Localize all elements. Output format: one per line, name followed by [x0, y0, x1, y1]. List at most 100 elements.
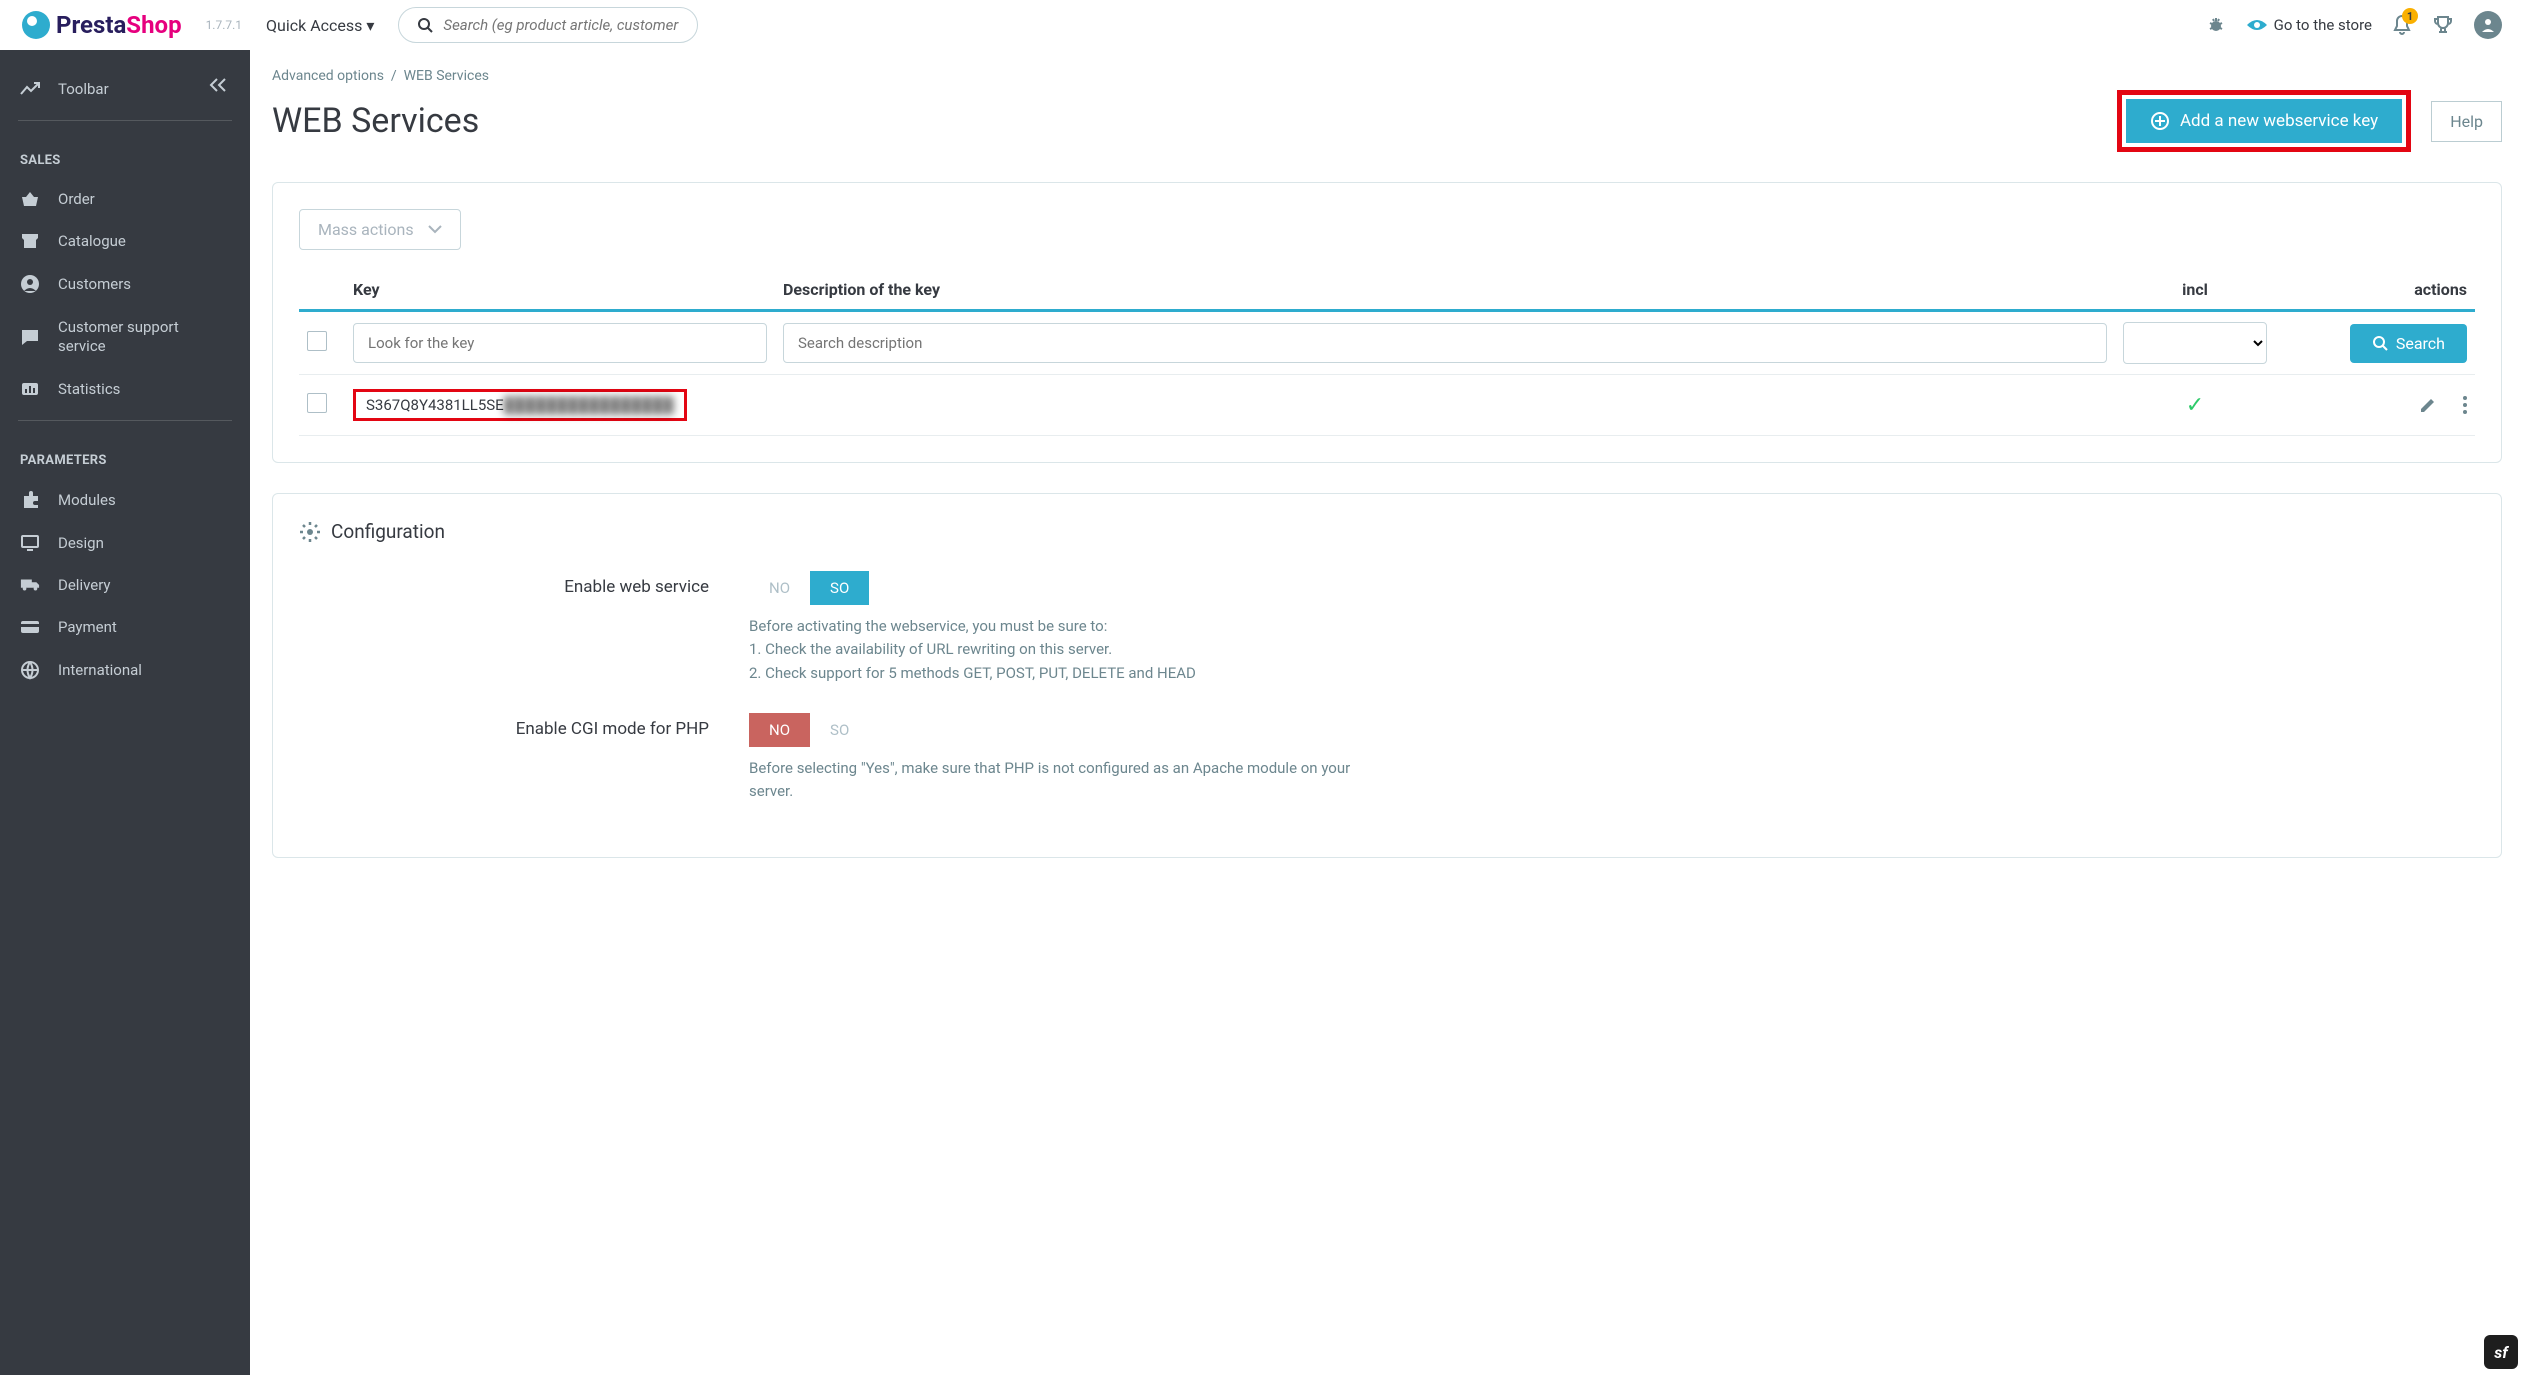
- topbar: PrestaShop 1.7.7.1 Quick Access ▾ Go to …: [0, 0, 2524, 50]
- gear-icon: [299, 521, 321, 543]
- quick-access-label: Quick Access: [266, 16, 362, 35]
- sidebar-label: Statistics: [58, 380, 120, 398]
- col-desc[interactable]: Description of the key: [775, 270, 2115, 311]
- sidebar-item-delivery[interactable]: Delivery: [0, 564, 250, 606]
- search-input[interactable]: [443, 16, 679, 34]
- filter-desc-input[interactable]: [783, 323, 2107, 363]
- col-actions: actions: [2275, 270, 2475, 311]
- sidebar-label: International: [58, 661, 142, 679]
- webservice-listing-card: Mass actions Key Description of the key …: [272, 182, 2502, 463]
- sidebar-item-modules[interactable]: Modules: [0, 478, 250, 522]
- page-title: WEB Services: [272, 101, 479, 141]
- version-label: 1.7.7.1: [206, 18, 242, 32]
- add-webservice-key-button[interactable]: Add a new webservice key: [2126, 99, 2402, 143]
- sidebar-item-payment[interactable]: Payment: [0, 606, 250, 648]
- divider: [18, 120, 232, 121]
- add-button-label: Add a new webservice key: [2180, 111, 2378, 131]
- sidebar-label: Toolbar: [58, 80, 109, 98]
- prestashop-icon: [22, 11, 50, 39]
- sidebar-section-parameters: PARAMETERS: [0, 431, 250, 478]
- filter-incl-select[interactable]: [2123, 322, 2267, 364]
- global-search[interactable]: [398, 7, 698, 43]
- sidebar-item-statistics[interactable]: Statistics: [0, 368, 250, 410]
- sidebar-label: Payment: [58, 618, 117, 636]
- bug-icon[interactable]: [2206, 15, 2226, 35]
- monitor-icon: [20, 534, 40, 552]
- trophy-icon[interactable]: [2432, 14, 2454, 36]
- enable-cgi-label: Enable CGI mode for PHP: [299, 713, 709, 804]
- user-circle-icon: [20, 274, 40, 294]
- sidebar-item-order[interactable]: Order: [0, 178, 250, 220]
- store-icon: [20, 233, 40, 249]
- search-button[interactable]: Search: [2350, 324, 2467, 363]
- configuration-card: Configuration Enable web service NO SO B…: [272, 493, 2502, 858]
- toggle-so[interactable]: SO: [810, 713, 869, 747]
- trending-up-icon: [20, 82, 40, 96]
- sidebar-item-customers[interactable]: Customers: [0, 262, 250, 306]
- plus-circle-icon: [2150, 111, 2170, 131]
- filter-key-input[interactable]: [353, 323, 767, 363]
- credit-card-icon: [20, 620, 40, 634]
- sidebar-label: Modules: [58, 491, 116, 509]
- notification-badge: 1: [2402, 8, 2418, 24]
- crumb-1[interactable]: Advanced options: [272, 68, 384, 84]
- table-row[interactable]: S367Q8Y4381LL5SE████████████████ ✓: [299, 375, 2475, 436]
- sidebar-item-design[interactable]: Design: [0, 522, 250, 564]
- sidebar-item-international[interactable]: International: [0, 648, 250, 692]
- help-button[interactable]: Help: [2431, 101, 2502, 142]
- sidebar-label: Delivery: [58, 576, 111, 594]
- sidebar-label: Customers: [58, 275, 131, 293]
- brand-logo[interactable]: PrestaShop: [22, 11, 182, 39]
- col-incl[interactable]: incl: [2115, 270, 2275, 311]
- chevron-down-icon: ▾: [366, 16, 374, 35]
- key-value: S367Q8Y4381LL5SE: [366, 396, 504, 414]
- bar-chart-icon: [20, 381, 40, 397]
- profile-avatar[interactable]: [2474, 11, 2502, 39]
- notifications-button[interactable]: 1: [2392, 14, 2412, 36]
- sidebar-item-catalogue[interactable]: Catalogue: [0, 220, 250, 262]
- mass-actions-dropdown[interactable]: Mass actions: [299, 209, 461, 250]
- breadcrumb: Advanced options / WEB Services: [272, 68, 2502, 84]
- go-to-store-link[interactable]: Go to the store: [2246, 16, 2372, 34]
- toggle-no[interactable]: NO: [749, 713, 810, 747]
- sidebar-collapse-button[interactable]: [198, 68, 238, 102]
- sidebar-label: Order: [58, 190, 95, 208]
- chevron-down-icon: [428, 225, 442, 234]
- toggle-so[interactable]: SO: [810, 571, 869, 605]
- toggle-no[interactable]: NO: [749, 571, 810, 605]
- crumb-2: WEB Services: [404, 68, 489, 84]
- sidebar-label: Design: [58, 534, 104, 552]
- config-title: Configuration: [331, 520, 445, 543]
- puzzle-icon: [20, 490, 40, 510]
- sidebar-label: Catalogue: [58, 232, 126, 250]
- symfony-badge[interactable]: sf: [2484, 1335, 2518, 1369]
- sidebar-item-support[interactable]: Customer support service: [0, 306, 250, 368]
- search-button-label: Search: [2396, 334, 2445, 353]
- hint-text: Before activating the webservice, you mu…: [749, 615, 1369, 685]
- mass-actions-label: Mass actions: [318, 220, 414, 239]
- edit-icon[interactable]: [2419, 396, 2437, 414]
- enable-cgi-toggle[interactable]: NO SO: [749, 713, 869, 747]
- chat-icon: [20, 328, 40, 346]
- webservice-table: Key Description of the key incl actions: [299, 270, 2475, 436]
- sidebar-section-sales: SALES: [0, 131, 250, 178]
- store-link-label: Go to the store: [2274, 16, 2372, 34]
- quick-access-dropdown[interactable]: Quick Access ▾: [266, 16, 374, 35]
- basket-icon: [20, 191, 40, 207]
- eye-icon: [2246, 18, 2268, 32]
- more-actions-icon[interactable]: [2463, 396, 2467, 414]
- row-checkbox[interactable]: [307, 393, 327, 413]
- select-all-checkbox[interactable]: [307, 331, 327, 351]
- globe-icon: [20, 660, 40, 680]
- check-icon: ✓: [2186, 393, 2204, 418]
- truck-icon: [20, 577, 40, 593]
- enable-webservice-toggle[interactable]: NO SO: [749, 571, 869, 605]
- sidebar-label: Customer support service: [58, 318, 230, 356]
- divider: [18, 420, 232, 421]
- col-key[interactable]: Key: [345, 270, 775, 311]
- search-icon: [2372, 335, 2388, 351]
- key-value-masked: ████████████████: [504, 396, 674, 414]
- brand-text-2: Shop: [126, 11, 181, 39]
- search-icon: [417, 17, 433, 33]
- enable-webservice-label: Enable web service: [299, 571, 709, 685]
